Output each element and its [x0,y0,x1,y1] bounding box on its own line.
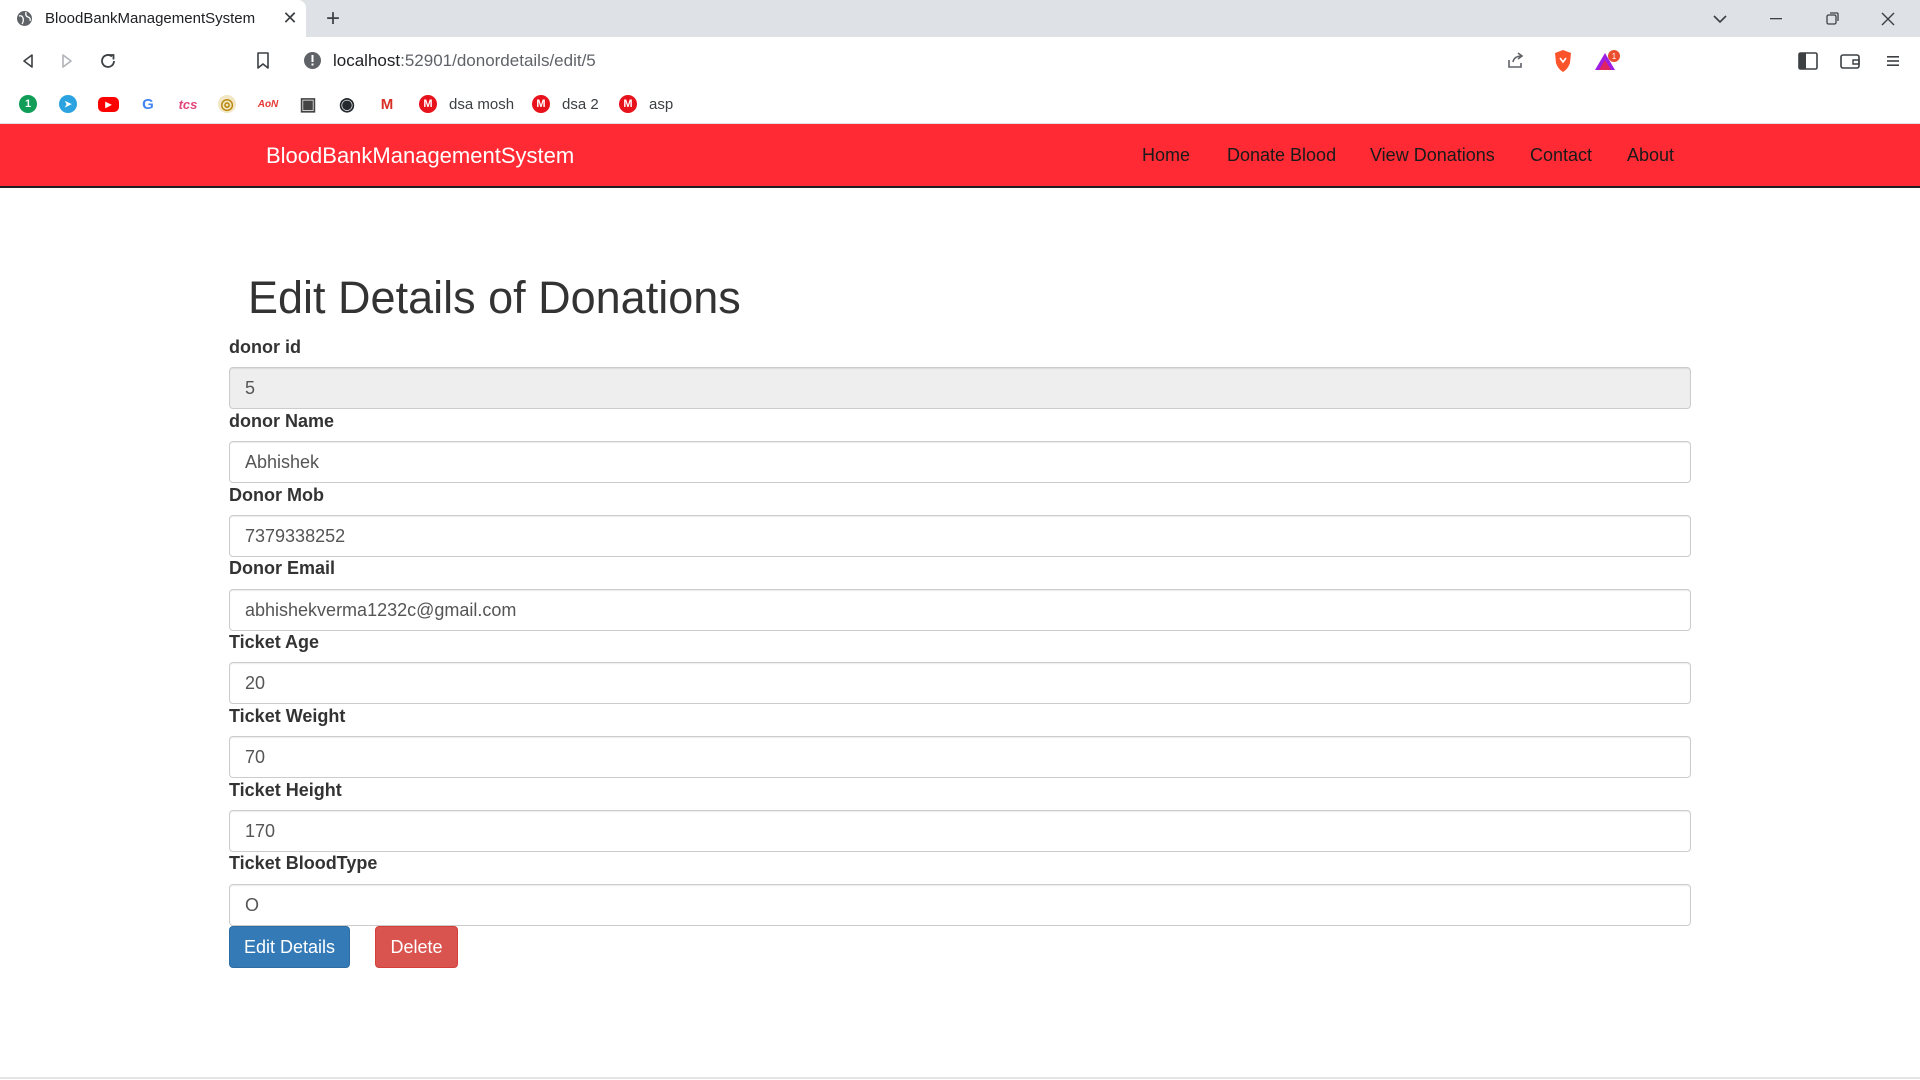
brave-shield-icon[interactable] [1549,47,1577,75]
bookmark-item[interactable]: ➤ [59,93,77,115]
donor-mob-input[interactable] [229,515,1691,557]
nav-contact[interactable]: Contact [1530,145,1592,166]
nav-about[interactable]: About [1627,145,1674,166]
ticket-age-label: Ticket Age [229,632,320,652]
back-icon[interactable] [14,47,42,75]
bookmark-dsa-mosh[interactable]: Mdsa mosh [419,93,514,115]
brand-link[interactable]: BloodBankManagementSystem [266,143,574,169]
donor-mob-label: Donor Mob [229,485,324,505]
google-icon: G [139,95,157,113]
bookmark-item[interactable]: ▶ [98,93,119,115]
menu-icon[interactable] [1879,47,1907,75]
nav-home[interactable]: Home [1142,145,1190,166]
bookmark-asp[interactable]: Masp [619,93,673,115]
nav-view-donations[interactable]: View Donations [1370,145,1495,166]
url-text[interactable]: localhost:52901/donordetails/edit/5 [333,51,596,71]
donor-id-input[interactable] [229,367,1691,409]
donor-name-input[interactable] [229,441,1691,483]
donor-email-input[interactable] [229,589,1691,631]
bookmark-item[interactable]: G [139,93,157,115]
tab-close-icon[interactable]: ✕ [280,8,300,28]
url-path: :52901/donordetails/edit/5 [400,51,596,70]
browser-tab[interactable]: BloodBankManagementSystem ✕ [0,0,306,37]
youtube-icon: ▶ [98,96,119,112]
bookmark-item[interactable]: tcs [176,93,200,115]
github-icon: ◉ [338,93,356,114]
bookmark-item[interactable]: ▣ [299,93,317,115]
donor-email-label: Donor Email [229,558,336,578]
info-icon[interactable] [303,51,322,75]
m-logo-icon: M [532,95,550,113]
address-bar[interactable]: localhost:52901/donordetails/edit/5 [291,43,1629,78]
ticket-weight-input[interactable] [229,736,1691,778]
minimize-icon[interactable] [1748,0,1804,37]
ticket-bloodtype-input[interactable] [229,884,1691,926]
ticket-height-input[interactable] [229,810,1691,852]
ticket-weight-label: Ticket Weight [229,706,346,726]
forward-icon[interactable] [53,47,81,75]
globe-icon [16,10,33,27]
m-logo-icon: M [619,95,637,113]
bookmark-item[interactable]: M [378,93,396,115]
restore-icon[interactable] [1804,0,1860,37]
m-logo-icon: M [419,95,437,113]
bookmark-dsa-2[interactable]: Mdsa 2 [532,93,599,115]
svg-text:1: 1 [1612,52,1617,61]
bookmark-label: asp [649,95,674,113]
bookmark-item[interactable]: AoN [256,93,280,115]
ticket-height-label: Ticket Height [229,780,342,800]
telegram-icon: ➤ [59,95,77,113]
emblem-icon: ◎ [218,95,236,113]
bookmark-label: dsa 2 [562,95,599,113]
contact-card-icon: ▣ [299,93,317,114]
tab-strip: BloodBankManagementSystem ✕ + [0,0,1920,37]
nav-donate-blood[interactable]: Donate Blood [1227,145,1336,166]
new-tab-button[interactable]: + [320,5,346,32]
footer-divider [0,1077,1920,1079]
site-navbar: BloodBankManagementSystem Home Donate Bl… [0,124,1920,188]
ticket-bloodtype-label: Ticket BloodType [229,853,378,873]
brave-rewards-icon[interactable]: 1 [1593,47,1621,75]
donor-id-label: donor id [229,337,301,357]
wallet-icon[interactable] [1836,47,1864,75]
edit-details-button[interactable]: Edit Details [229,926,350,968]
url-host: localhost [333,51,401,70]
page-title: Edit Details of Donations [248,272,741,323]
ticket-age-input[interactable] [229,662,1691,704]
bookmark-item[interactable]: 1 [19,93,37,115]
reload-icon[interactable] [94,47,122,75]
bookmarks-bar: 1 ➤ ▶ G tcs ◎ AoN ▣ ◉ M Mdsa mosh Mdsa 2… [0,84,1920,124]
sidebar-icon[interactable] [1794,47,1822,75]
bookmark-item[interactable]: ◎ [218,93,236,115]
share-icon[interactable] [1506,51,1525,75]
tab-search-icon[interactable] [1692,0,1748,37]
delete-button[interactable]: Delete [375,926,458,968]
close-window-icon[interactable] [1860,0,1916,37]
onenote-icon: 1 [19,95,37,113]
gmail-icon: M [378,95,396,113]
tab-title: BloodBankManagementSystem [45,10,256,27]
bookmark-label: dsa mosh [449,95,515,113]
donor-name-label: donor Name [229,411,335,431]
aon-icon: AoN [256,95,280,113]
browser-toolbar: localhost:52901/donordetails/edit/5 1 [0,37,1920,84]
tcs-icon: tcs [176,95,200,113]
bookmark-icon[interactable] [249,47,277,75]
bookmark-item[interactable]: ◉ [338,93,356,115]
